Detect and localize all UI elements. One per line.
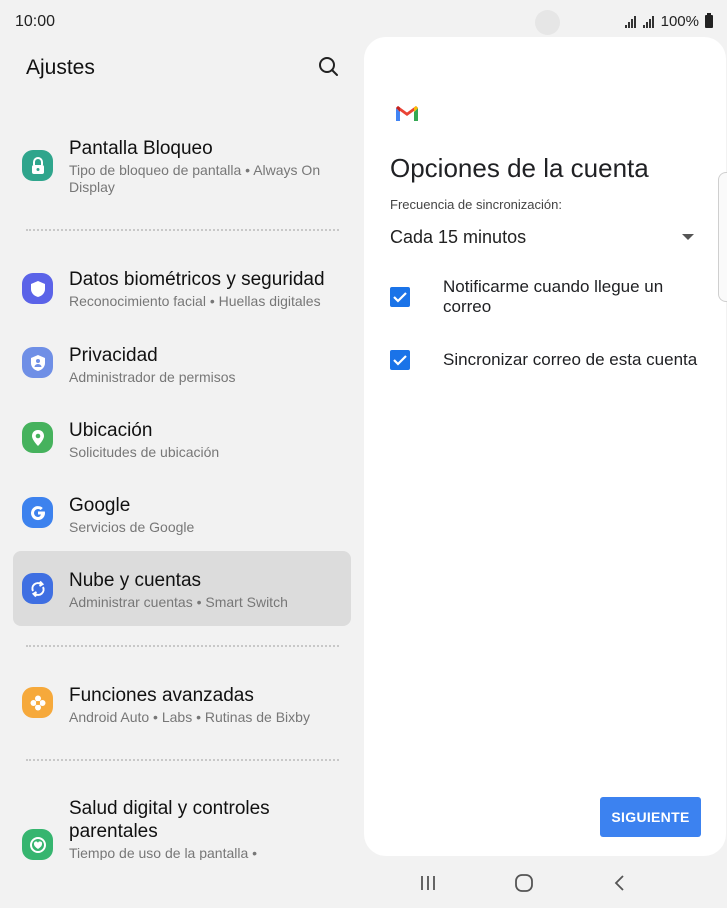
- settings-title: Ajustes: [26, 56, 95, 79]
- settings-item-title: Privacidad: [69, 345, 158, 366]
- status-time: 10:00: [15, 13, 56, 30]
- settings-item-subtitle: Solicitudes de ubicación: [69, 444, 220, 460]
- sync-mail-label: Sincronizar correo de esta cuenta: [443, 350, 698, 369]
- settings-item-subtitle: Tiempo de uso de la pantalla •: [69, 845, 258, 860]
- sync-frequency-label: Frecuencia de sincronización:: [390, 197, 562, 212]
- settings-item-subtitle: Administrar cuentas • Smart Switch: [69, 594, 288, 610]
- settings-item-subtitle: Tipo de bloqueo de pantalla • Always On …: [69, 162, 321, 195]
- gmail-logo: [395, 105, 419, 128]
- settings-item-title: Ubicación: [69, 420, 153, 441]
- privacy-icon: [22, 347, 53, 378]
- settings-item-title: Nube y cuentas: [69, 570, 202, 591]
- notify-new-mail-label: Notificarme cuando llegue un correo: [443, 277, 664, 316]
- navigation-bar: [364, 860, 726, 904]
- signal-icon: [624, 15, 636, 28]
- sync-icon: [22, 573, 53, 604]
- sync-mail-option[interactable]: Sincronizar correo de esta cuenta: [390, 349, 710, 379]
- settings-item-google[interactable]: Google Servicios de Google: [13, 484, 351, 544]
- account-options-card: Opciones de la cuenta Frecuencia de sinc…: [364, 37, 726, 856]
- settings-item-advanced-features[interactable]: Funciones avanzadas Android Auto • Labs …: [13, 672, 351, 732]
- settings-item-lock-screen[interactable]: Pantalla Bloqueo Tipo de bloqueo de pant…: [13, 128, 351, 200]
- battery-icon: [705, 13, 713, 28]
- settings-item-privacy[interactable]: Privacidad Administrador de permisos: [13, 334, 351, 394]
- settings-item-subtitle: Administrador de permisos: [69, 369, 236, 385]
- settings-item-location[interactable]: Ubicación Solicitudes de ubicación: [13, 409, 351, 469]
- sync-frequency-value: Cada 15 minutos: [390, 227, 527, 247]
- settings-item-cloud-accounts[interactable]: Nube y cuentas Administrar cuentas • Sma…: [13, 551, 351, 626]
- battery-level: 100%: [660, 13, 699, 30]
- settings-item-biometrics[interactable]: Datos biométricos y seguridad Reconocimi…: [13, 258, 351, 318]
- search-icon[interactable]: [316, 54, 342, 80]
- settings-item-title: Funciones avanzadas: [69, 685, 254, 706]
- settings-item-subtitle: Reconocimiento facial • Huellas digitale…: [69, 293, 321, 309]
- status-icons: 100%: [624, 13, 713, 30]
- notify-new-mail-checkbox[interactable]: [390, 287, 410, 307]
- lock-icon: [22, 150, 53, 181]
- settings-item-subtitle: Android Auto • Labs • Rutinas de Bixby: [69, 709, 310, 725]
- settings-item-subtitle: Servicios de Google: [69, 519, 195, 535]
- sync-mail-checkbox[interactable]: [390, 350, 410, 370]
- dropdown-arrow-icon: [682, 234, 694, 240]
- home-icon[interactable]: [509, 870, 539, 896]
- settings-pane[interactable]: Ajustes Pantalla Bloqueo Tipo de bloqueo…: [0, 44, 362, 860]
- edge-panel-handle[interactable]: [718, 172, 727, 302]
- google-icon: [22, 497, 53, 528]
- section-divider: [26, 759, 339, 761]
- settings-item-title: Pantalla Bloqueo: [69, 138, 213, 159]
- location-icon: [22, 422, 53, 453]
- section-divider: [26, 229, 339, 231]
- next-button[interactable]: SIGUIENTE: [600, 797, 701, 837]
- notify-new-mail-option[interactable]: Notificarme cuando llegue un correo: [390, 277, 710, 321]
- recent-apps-icon[interactable]: [413, 870, 443, 896]
- digital-wellbeing-icon: [22, 829, 53, 860]
- settings-item-title: Salud digital y controles parentales: [69, 798, 270, 842]
- page-title: Opciones de la cuenta: [390, 153, 649, 183]
- section-divider: [26, 645, 339, 647]
- settings-item-title: Datos biométricos y seguridad: [69, 269, 325, 290]
- shield-icon: [22, 273, 53, 304]
- back-icon[interactable]: [605, 870, 635, 896]
- settings-item-digital-wellbeing[interactable]: Salud digital y controles parentales Tie…: [13, 789, 351, 860]
- sync-frequency-select[interactable]: Cada 15 minutos: [390, 227, 694, 253]
- signal-icon: [642, 15, 654, 28]
- settings-item-title: Google: [69, 495, 131, 516]
- advanced-features-icon: [22, 687, 53, 718]
- camera-cutout: [535, 10, 560, 35]
